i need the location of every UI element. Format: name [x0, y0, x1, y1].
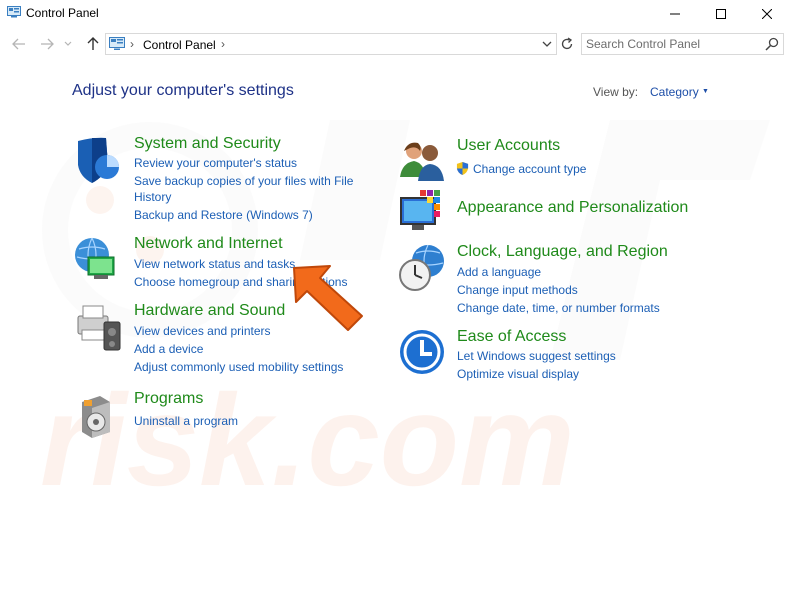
- category-appearance-and-personalization: Appearance and Personalization: [398, 188, 718, 238]
- chevron-down-icon: [64, 41, 72, 46]
- category-title-user-accounts[interactable]: User Accounts: [457, 137, 560, 155]
- maximize-button[interactable]: [698, 0, 744, 28]
- control-panel-app-icon: [7, 6, 21, 18]
- address-bar[interactable]: › Control Panel ›: [105, 33, 557, 55]
- view-by-dropdown[interactable]: Category: [650, 85, 699, 99]
- link-save-backup-copies-cont[interactable]: History: [134, 190, 171, 204]
- breadcrumb-control-panel[interactable]: Control Panel: [143, 38, 216, 52]
- link-view-network-status[interactable]: View network status and tasks: [134, 257, 295, 271]
- recent-locations-button[interactable]: [62, 35, 74, 53]
- maximize-icon: [716, 9, 726, 19]
- link-view-devices-and-printers[interactable]: View devices and printers: [134, 324, 271, 338]
- link-let-windows-suggest-settings[interactable]: Let Windows suggest settings: [457, 349, 616, 363]
- up-button[interactable]: [84, 35, 102, 53]
- address-dropdown-icon[interactable]: [541, 38, 553, 50]
- refresh-icon: [561, 37, 573, 50]
- arrow-up-icon: [87, 37, 99, 50]
- close-icon: [762, 9, 772, 19]
- category-title-network-and-internet[interactable]: Network and Internet: [134, 235, 283, 253]
- network-globe-icon: [75, 237, 115, 279]
- minimize-icon: [670, 13, 680, 15]
- link-add-a-device[interactable]: Add a device: [134, 342, 203, 356]
- view-by-label: View by:: [593, 85, 639, 99]
- uac-shield-icon: [456, 162, 469, 175]
- chevron-right-icon: ›: [130, 37, 134, 51]
- category-title-system-and-security[interactable]: System and Security: [134, 135, 281, 153]
- link-change-date-time-formats[interactable]: Change date, time, or number formats: [457, 301, 660, 315]
- watermark-text: risk.com: [40, 367, 575, 513]
- category-title-programs[interactable]: Programs: [134, 390, 203, 408]
- link-optimize-visual-display[interactable]: Optimize visual display: [457, 367, 579, 381]
- clock-globe-icon: [399, 244, 444, 291]
- category-user-accounts: User Accounts Change account type: [398, 137, 698, 182]
- printer-speaker-icon: [77, 305, 121, 351]
- control-panel-icon: [109, 37, 125, 50]
- link-uninstall-a-program[interactable]: Uninstall a program: [134, 414, 238, 428]
- monitor-palette-icon: [400, 190, 440, 230]
- link-save-backup-copies[interactable]: Save backup copies of your files with Fi…: [134, 174, 353, 188]
- category-title-clock-language-region[interactable]: Clock, Language, and Region: [457, 243, 668, 261]
- ease-of-access-icon: [400, 330, 444, 374]
- shield-icon: [78, 137, 119, 183]
- search-input[interactable]: [586, 36, 756, 52]
- link-review-computer-status[interactable]: Review your computer's status: [134, 156, 297, 170]
- forward-button[interactable]: [38, 35, 56, 53]
- close-button[interactable]: [744, 0, 790, 28]
- window-title: Control Panel: [26, 6, 99, 20]
- page-title: Adjust your computer's settings: [72, 82, 294, 99]
- category-programs: Programs Uninstall a program: [74, 390, 374, 440]
- search-box[interactable]: [581, 33, 784, 55]
- link-add-a-language[interactable]: Add a language: [457, 265, 541, 279]
- refresh-button[interactable]: [558, 35, 576, 53]
- chevron-right-icon[interactable]: ›: [221, 37, 225, 51]
- category-title-ease-of-access[interactable]: Ease of Access: [457, 328, 566, 346]
- annotation-arrow-icon: [293, 265, 363, 331]
- users-icon: [400, 142, 444, 181]
- navigation-bar: › Control Panel ›: [0, 30, 790, 58]
- category-ease-of-access: Ease of Access Let Windows suggest setti…: [398, 328, 698, 388]
- title-bar: Control Panel: [0, 0, 790, 28]
- programs-box-icon: [82, 396, 110, 438]
- arrow-left-icon: [12, 38, 25, 50]
- link-change-input-methods[interactable]: Change input methods: [457, 283, 578, 297]
- link-change-account-type[interactable]: Change account type: [473, 162, 586, 176]
- minimize-button[interactable]: [652, 0, 698, 28]
- link-backup-and-restore[interactable]: Backup and Restore (Windows 7): [134, 208, 313, 222]
- arrow-right-icon: [41, 38, 54, 50]
- link-adjust-mobility-settings[interactable]: Adjust commonly used mobility settings: [134, 360, 343, 374]
- search-icon[interactable]: [765, 37, 779, 51]
- category-clock-language-region: Clock, Language, and Region Add a langua…: [398, 243, 698, 323]
- back-button[interactable]: [10, 35, 28, 53]
- caret-down-icon[interactable]: ▼: [702, 88, 709, 95]
- category-title-hardware-and-sound[interactable]: Hardware and Sound: [134, 302, 285, 320]
- category-system-and-security: System and Security Review your computer…: [74, 135, 374, 230]
- category-title-appearance-and-personalization[interactable]: Appearance and Personalization: [457, 199, 688, 217]
